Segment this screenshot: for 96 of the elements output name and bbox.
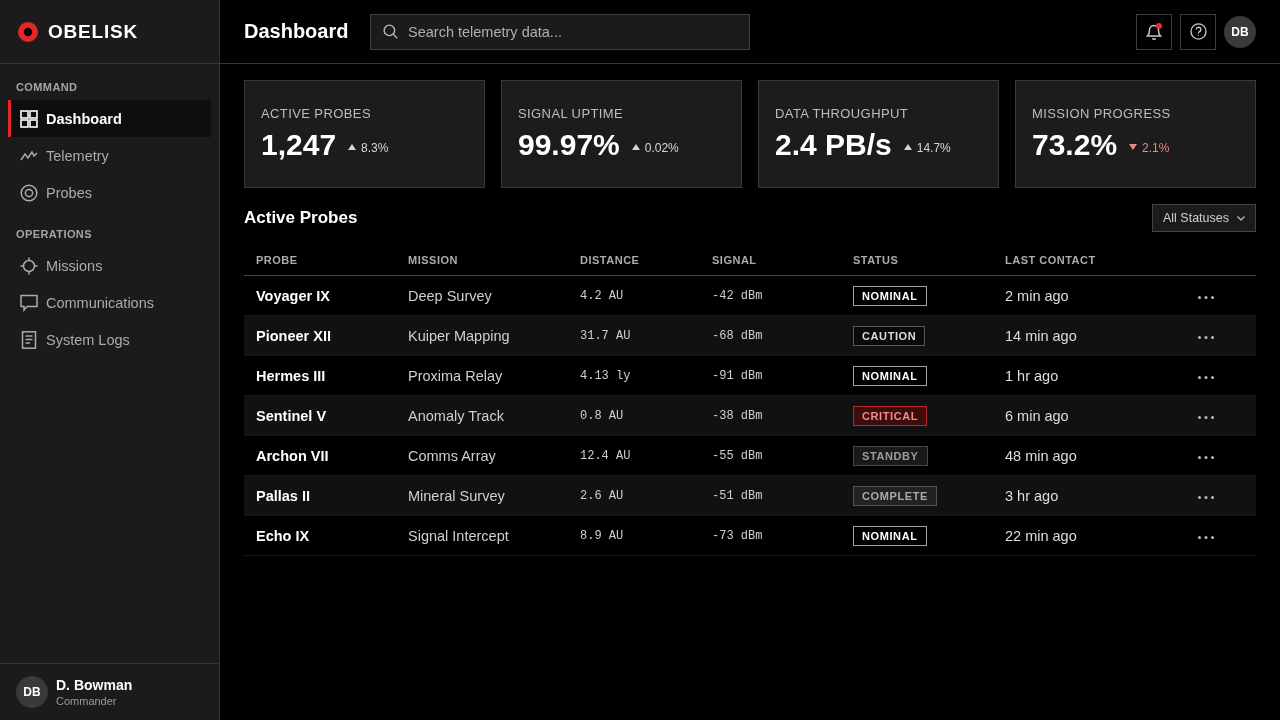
distance-value: 31.7 AU <box>580 328 631 343</box>
probe-name: Voyager IX <box>256 287 330 304</box>
stat-value: 2.4 PB/s <box>775 127 892 163</box>
column-header: DISTANCE <box>580 253 640 266</box>
status-badge: NOMINAL <box>853 365 927 386</box>
brand-name: OBELISK <box>48 20 139 43</box>
more-icon <box>1198 415 1214 419</box>
mission-name: Signal Intercept <box>408 527 509 544</box>
status-badge: NOMINAL <box>853 525 927 546</box>
mission-name: Mineral Survey <box>408 487 505 504</box>
crosshair-icon <box>20 256 38 275</box>
more-icon <box>1198 375 1214 379</box>
last-contact-time: 14 min ago <box>1005 327 1077 344</box>
stat-delta: 2.1% <box>1142 141 1170 155</box>
nav-item[interactable]: Missions <box>8 247 211 284</box>
more-icon <box>1198 455 1214 459</box>
probe-name: Echo IX <box>256 527 310 544</box>
stat-delta: 8.3% <box>361 141 389 155</box>
distance-value: 0.8 AU <box>580 408 624 423</box>
stat-label: ACTIVE PROBES <box>261 106 371 122</box>
page-title: Dashboard <box>244 20 346 43</box>
search-field[interactable]: Search telemetry data... <box>370 13 750 50</box>
last-contact-time: 3 hr ago <box>1005 487 1059 504</box>
grid-icon <box>20 109 38 128</box>
stat-value: 1,247 <box>261 127 337 163</box>
nav-item[interactable]: Telemetry <box>8 137 211 174</box>
last-contact-time: 1 hr ago <box>1005 367 1059 384</box>
signal-value: -68 dBm <box>712 328 763 343</box>
user-avatar: DB <box>16 676 48 708</box>
stat-label: SIGNAL UPTIME <box>518 106 624 122</box>
nav-item[interactable]: Communications <box>8 284 211 321</box>
stat-label: MISSION PROGRESS <box>1032 106 1171 122</box>
nav-item[interactable]: Dashboard <box>8 100 211 137</box>
more-icon <box>1198 495 1214 499</box>
chat-bubble-icon <box>20 293 38 312</box>
mission-name: Proxima Relay <box>408 367 503 384</box>
column-header: MISSION <box>408 253 458 266</box>
status-badge: COMPLETE <box>853 485 937 506</box>
status-badge: NOMINAL <box>853 285 927 306</box>
stat-delta: 14.7% <box>916 141 951 155</box>
last-contact-time: 2 min ago <box>1005 287 1069 304</box>
status-badge: STANDBY <box>853 445 928 466</box>
help-icon <box>1189 23 1207 40</box>
status-badge: CRITICAL <box>853 405 928 426</box>
signal-value: -42 dBm <box>712 288 763 303</box>
more-icon <box>1198 535 1214 539</box>
probe-name: Hermes III <box>256 367 326 384</box>
distance-value: 8.9 AU <box>580 528 624 543</box>
status-filter-dropdown[interactable]: All Statuses <box>1152 204 1256 232</box>
chevron-down-icon <box>1237 215 1245 221</box>
signal-value: -91 dBm <box>712 368 763 383</box>
help-button[interactable] <box>1180 13 1216 50</box>
probe-name: Pallas II <box>256 487 310 504</box>
stat-label: DATA THROUGHPUT <box>775 106 909 122</box>
probe-name: Archon VII <box>256 447 329 464</box>
last-contact-time: 22 min ago <box>1005 527 1077 544</box>
column-header: SIGNAL <box>712 253 757 266</box>
distance-value: 12.4 AU <box>580 448 631 463</box>
notifications-button[interactable] <box>1136 13 1172 50</box>
mission-name: Kuiper Mapping <box>408 327 510 344</box>
more-icon <box>1198 335 1214 339</box>
signal-value: -51 dBm <box>712 488 763 503</box>
signal-value: -55 dBm <box>712 448 763 463</box>
user-avatar[interactable]: DB <box>1224 15 1256 48</box>
last-contact-time: 48 min ago <box>1005 447 1077 464</box>
last-contact-time: 6 min ago <box>1005 407 1069 424</box>
nav-section-heading: COMMAND <box>16 80 78 94</box>
probe-name: Pioneer XII <box>256 327 331 344</box>
target-icon <box>20 183 38 202</box>
column-header: LAST CONTACT <box>1005 253 1096 266</box>
signal-value: -73 dBm <box>712 528 763 543</box>
logo-icon <box>18 21 38 42</box>
status-badge: CAUTION <box>853 325 926 346</box>
nav-item[interactable]: Probes <box>8 174 211 211</box>
more-icon <box>1198 295 1214 299</box>
document-icon <box>20 330 38 349</box>
mission-name: Anomaly Track <box>408 407 504 424</box>
user-name: D. Bowman <box>56 676 133 694</box>
section-title: Active Probes <box>244 208 358 228</box>
bell-icon <box>1146 23 1162 40</box>
stat-delta: 0.02% <box>644 141 679 155</box>
nav-item[interactable]: System Logs <box>8 321 211 358</box>
stat-value: 73.2% <box>1032 127 1118 163</box>
column-header: PROBE <box>256 253 298 266</box>
distance-value: 2.6 AU <box>580 488 624 503</box>
column-header: STATUS <box>853 253 899 266</box>
mission-name: Deep Survey <box>408 287 492 304</box>
probe-name: Sentinel V <box>256 407 327 424</box>
search-icon <box>383 23 398 39</box>
signal-value: -38 dBm <box>712 408 763 423</box>
distance-value: 4.13 ly <box>580 368 631 383</box>
mission-name: Comms Array <box>408 447 496 464</box>
distance-value: 4.2 AU <box>580 288 624 303</box>
nav-section-heading: OPERATIONS <box>16 227 92 241</box>
stat-value: 99.97% <box>518 127 620 163</box>
user-role: Commander <box>56 693 117 708</box>
